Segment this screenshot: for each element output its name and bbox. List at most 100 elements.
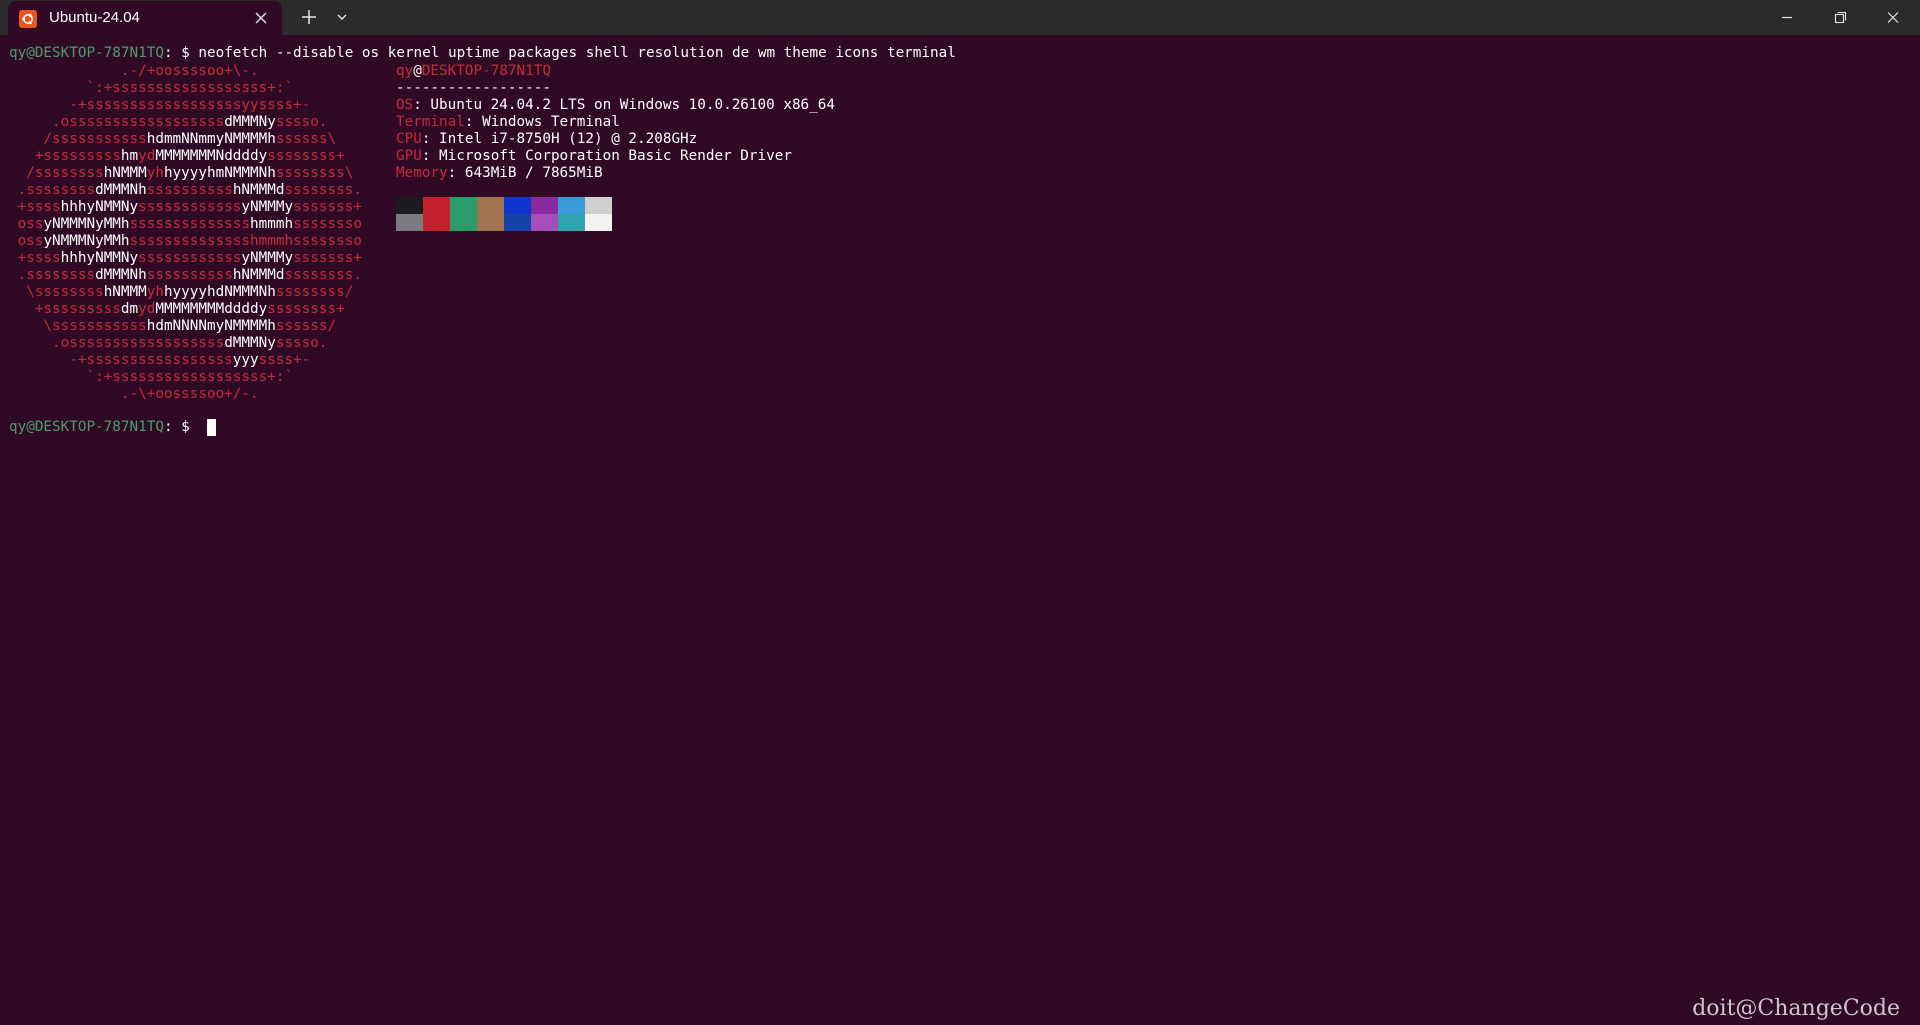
prompt-line: qy@DESKTOP-787N1TQ: $ — [9, 419, 198, 436]
color-swatch — [558, 214, 585, 231]
prompt-user-host: qy@DESKTOP-787N1TQ — [9, 419, 164, 435]
logo-segment: ssssssssss — [146, 182, 233, 198]
logo-segment: yNMMMy — [241, 250, 294, 266]
title-bar: Ubuntu-24.04 — [0, 0, 1920, 35]
logo-segment: sssssss+ — [293, 250, 397, 266]
info-host: DESKTOP-787N1TQ — [421, 63, 551, 79]
ubuntu-icon — [19, 10, 37, 28]
logo-segment: sssssss+ — [293, 199, 397, 215]
logo-segment: hyyyyhmNMMMNh — [163, 165, 276, 181]
color-swatch — [504, 214, 531, 231]
prompt-symbol: : $ — [163, 45, 199, 61]
logo-segment: dm — [120, 301, 139, 317]
logo-line: +ssssssssshmydMMMMMMMNddddyssssssss+ — [9, 148, 396, 165]
logo-segment: hNMMM — [103, 165, 147, 181]
logo-segment: yNMMMNyMMh — [43, 216, 130, 232]
command-text: neofetch --disable os kernel uptime pack… — [198, 45, 956, 61]
info-key: CPU — [396, 131, 422, 147]
logo-segment: `:+ssssssssssssssssss+:` — [9, 80, 388, 96]
logo-segment: `:+ssssssssssssssssss+:` — [9, 369, 388, 385]
minimize-icon[interactable] — [1762, 0, 1812, 35]
close-icon[interactable] — [1868, 0, 1918, 35]
logo-line: ossyNMMMNyMMhsssssssssssssshmmmhssssssso — [9, 216, 396, 233]
logo-segment: .ssssssss — [9, 267, 96, 283]
text-cursor — [207, 419, 216, 436]
prompt-user-host: qy@DESKTOP-787N1TQ — [9, 45, 164, 61]
logo-segment: /sssssssssss — [9, 131, 147, 147]
info-header: qy@DESKTOP-787N1TQ — [396, 63, 835, 80]
logo-line: /ssssssssssshdmmNNmmyNMMMMhssssss\ — [9, 131, 396, 148]
logo-segment: ssssssss+ — [267, 148, 388, 164]
tab-ubuntu[interactable]: Ubuntu-24.04 — [8, 1, 282, 35]
ubuntu-ascii-logo: .-/+oossssoo+\-. `:+ssssssssssssssssss+:… — [9, 63, 396, 403]
logo-segment: ssssssssss — [146, 267, 233, 283]
color-swatch — [531, 214, 558, 231]
logo-segment: hhhyNMMNy — [60, 250, 139, 266]
logo-segment: hNMMMd — [232, 182, 285, 198]
color-swatch — [585, 214, 612, 231]
info-row: OS: Ubuntu 24.04.2 LTS on Windows 10.0.2… — [396, 97, 835, 114]
color-swatch — [450, 197, 477, 214]
logo-segment: ssssssssssss — [138, 199, 242, 215]
logo-segment: sssso. — [275, 114, 388, 130]
logo-segment: ssssssss. — [284, 267, 397, 283]
logo-line: .-/+oossssoo+\-. — [9, 63, 396, 80]
logo-segment: +ssss — [9, 250, 61, 266]
info-row: Terminal: Windows Terminal — [396, 114, 835, 131]
logo-segment: yNMMMNyMMh — [43, 233, 130, 249]
logo-segment: /ssssssss — [9, 165, 104, 181]
logo-segment: MMMMMMMMddddy — [155, 301, 268, 317]
logo-segment: .ossssssssssssssssss — [9, 114, 225, 130]
info-key: GPU — [396, 148, 422, 164]
logo-segment: dMMMNy — [224, 114, 276, 130]
watermark: doit@ChangeCode — [1692, 996, 1900, 1021]
logo-segment: hm — [120, 148, 139, 164]
logo-line: +sssssssssdmydMMMMMMMMddddyssssssss+ — [9, 301, 396, 318]
info-user: qy — [396, 63, 414, 79]
color-swatch — [477, 197, 504, 214]
logo-line: -+ssssssssssssssssssyyssss+- — [9, 97, 396, 114]
logo-segment: hdmmNNmmyNMMMMh — [146, 131, 276, 147]
logo-segment: MMMMMMMNddddy — [155, 148, 268, 164]
logo-segment: yh — [146, 284, 164, 300]
logo-segment: ssssss/ — [275, 318, 388, 334]
logo-line: ossyNMMMNyMMhsssssssssssssshmmmhssssssso — [9, 233, 396, 250]
color-swatch — [585, 197, 612, 214]
logo-segment: +ssss — [9, 199, 61, 215]
color-swatch — [396, 197, 423, 214]
logo-segment: hdmNNNNmyNMMMMh — [146, 318, 276, 334]
logo-segment: +sssssssss — [9, 301, 121, 317]
logo-segment: dMMMNy — [224, 335, 276, 351]
close-icon[interactable] — [250, 7, 272, 29]
info-value: : Ubuntu 24.04.2 LTS on Windows 10.0.261… — [413, 97, 835, 113]
logo-segment: hmmmh — [250, 216, 294, 232]
logo-segment: yNMMMy — [241, 199, 294, 215]
logo-segment: dMMMNh — [95, 182, 147, 198]
info-at: @ — [413, 63, 422, 79]
logo-line: .ssssssssdMMMNhsssssssssshNMMMdssssssss. — [9, 267, 396, 284]
info-row: CPU: Intel i7-8750H (12) @ 2.208GHz — [396, 131, 835, 148]
logo-line: \sssssssshNMMMyhhyyyyhdNMMMNhssssssss/ — [9, 284, 396, 301]
logo-line: .ossssssssssssssssssdMMMNysssso. — [9, 114, 396, 131]
restore-icon[interactable] — [1815, 0, 1865, 35]
plus-icon[interactable] — [296, 5, 322, 29]
logo-line: .-\+oossssoo+/-. — [9, 386, 396, 403]
color-swatch — [477, 214, 504, 231]
logo-line: \ssssssssssshdmNNNNmyNMMMMhssssss/ — [9, 318, 396, 335]
info-row: Memory: 643MiB / 7865MiB — [396, 165, 835, 182]
logo-segment: ssssssss\ — [275, 165, 388, 181]
command-line: qy@DESKTOP-787N1TQ: $ neofetch --disable… — [9, 45, 956, 62]
color-swatch — [450, 214, 477, 231]
logo-segment: hyyyyhdNMMMNh — [163, 284, 276, 300]
chevron-down-icon[interactable] — [329, 5, 355, 29]
info-value: : Microsoft Corporation Basic Render Dri… — [421, 148, 792, 164]
logo-segment: oss — [9, 233, 44, 249]
logo-segment: -+ssssssssssssssssssyyssss+- — [9, 97, 388, 113]
logo-segment: .-/+oossssoo+\-. — [9, 63, 388, 79]
color-swatch — [396, 214, 423, 231]
color-swatch — [531, 197, 558, 214]
terminal-pane[interactable]: qy@DESKTOP-787N1TQ: $ neofetch --disable… — [0, 35, 1920, 1025]
logo-segment: hNMMMd — [232, 267, 285, 283]
logo-segment: +sssssssss — [9, 148, 121, 164]
logo-segment: yh — [146, 165, 164, 181]
